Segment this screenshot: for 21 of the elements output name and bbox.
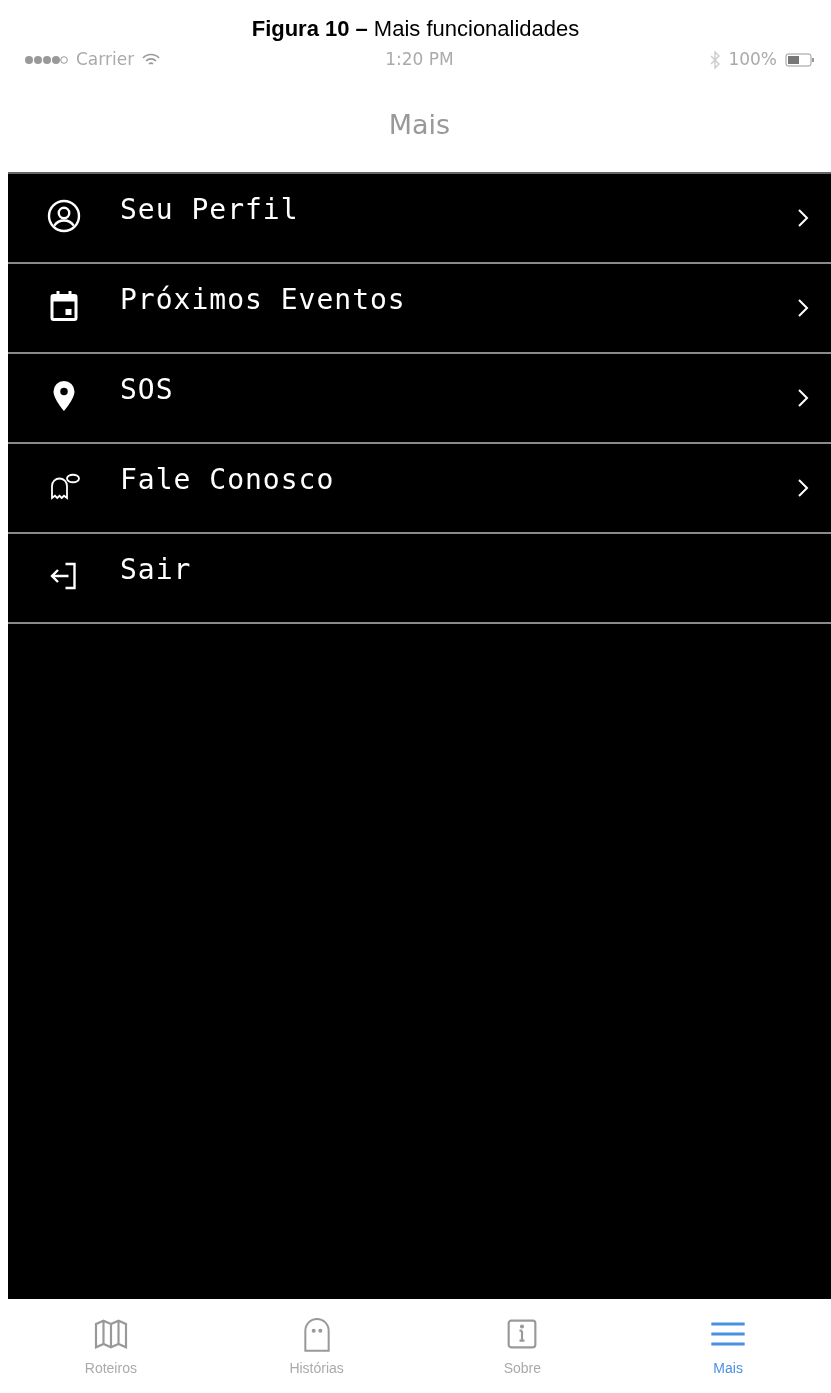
carrier-label: Carrier bbox=[76, 48, 135, 72]
battery-percent: 100% bbox=[728, 48, 777, 72]
wifi-icon bbox=[142, 53, 161, 67]
status-time: 1:20 PM bbox=[384, 48, 455, 72]
figure-label: Figura 10 – bbox=[251, 18, 368, 40]
menu-label: Sair bbox=[120, 556, 193, 584]
menu-item[interactable]: Seu Perfil bbox=[8, 174, 831, 264]
menu-label: SOS bbox=[120, 376, 175, 404]
user-icon bbox=[46, 198, 82, 234]
menu-item[interactable]: Sair bbox=[8, 534, 831, 624]
menu-item[interactable]: Fale Conosco bbox=[8, 444, 831, 534]
menu-item[interactable]: SOS bbox=[8, 354, 831, 444]
figure-title: Mais funcionalidades bbox=[373, 18, 580, 40]
menu-label: Fale Conosco bbox=[120, 466, 336, 494]
signal-icon bbox=[24, 55, 68, 65]
menu-label: Próximos Eventos bbox=[120, 286, 407, 314]
menu-item[interactable]: Próximos Eventos bbox=[8, 264, 831, 354]
bluetooth-icon bbox=[710, 51, 721, 69]
battery-icon bbox=[785, 53, 815, 67]
menu-label: Seu Perfil bbox=[120, 196, 300, 224]
screen-title: Mais bbox=[388, 107, 451, 142]
